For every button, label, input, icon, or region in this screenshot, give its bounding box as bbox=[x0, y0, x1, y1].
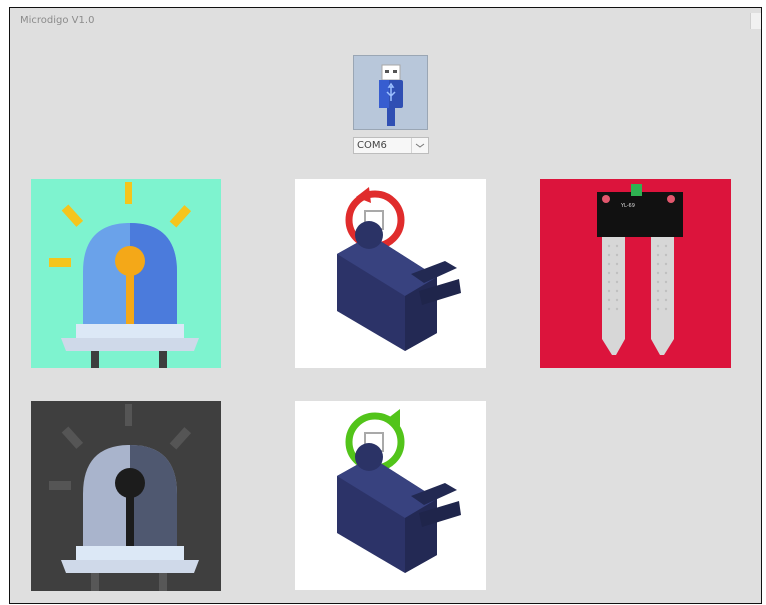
window-title: Microdigo V1.0 bbox=[20, 15, 95, 26]
port-select[interactable]: COM6 bbox=[353, 137, 429, 154]
window-control-button[interactable] bbox=[750, 13, 761, 29]
servo-rotate-clockwise-icon bbox=[295, 179, 486, 368]
light-on-button[interactable] bbox=[31, 179, 221, 368]
soil-moisture-sensor-icon: YL-69 bbox=[540, 179, 731, 368]
servo-counterclockwise-button[interactable] bbox=[295, 401, 486, 590]
chevron-down-icon bbox=[411, 138, 428, 153]
app-window: Microdigo V1.0 COM6 YL-69 bbox=[9, 7, 762, 604]
servo-clockwise-button[interactable] bbox=[295, 179, 486, 368]
sensor-board-label: YL-69 bbox=[620, 203, 635, 209]
title-bar: Microdigo V1.0 bbox=[10, 8, 761, 38]
usb-icon bbox=[354, 56, 427, 129]
light-off-button[interactable] bbox=[31, 401, 221, 591]
warning-light-on-icon bbox=[31, 179, 221, 368]
port-select-value: COM6 bbox=[357, 140, 387, 151]
usb-connection-button[interactable] bbox=[353, 55, 428, 130]
servo-rotate-counterclockwise-icon bbox=[295, 401, 486, 590]
soil-sensor-button[interactable]: YL-69 bbox=[540, 179, 731, 368]
warning-light-off-icon bbox=[31, 401, 221, 591]
